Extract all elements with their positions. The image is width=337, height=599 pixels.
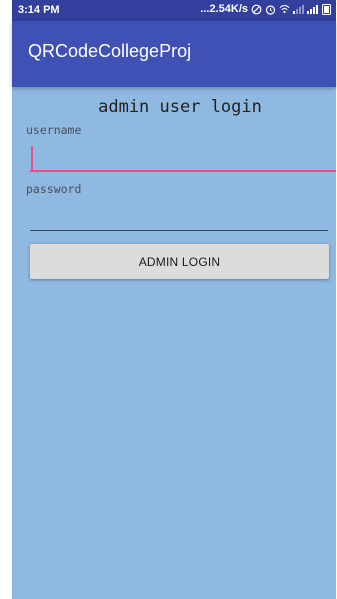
- app-bar: QRCodeCollegeProj: [12, 21, 336, 87]
- login-title: admin user login: [98, 97, 262, 117]
- username-label: username: [26, 123, 82, 137]
- network-speed: ...2.54K/s: [200, 3, 248, 15]
- status-bar: 3:14 PM ...2.54K/s: [12, 0, 336, 21]
- app-title: QRCodeCollegeProj: [28, 41, 192, 61]
- phone-screen: 3:14 PM ...2.54K/s QRCodeCollegeProj adm…: [12, 0, 336, 599]
- wifi-icon: [279, 3, 290, 15]
- admin-login-button[interactable]: ADMIN LOGIN: [30, 244, 329, 279]
- signal-weak-icon: [293, 3, 304, 15]
- password-input[interactable]: [30, 201, 328, 231]
- status-time: 3:14 PM: [18, 4, 60, 16]
- status-icons: ...2.54K/s: [200, 3, 332, 15]
- login-form: admin user login username password ADMIN…: [12, 87, 336, 599]
- alarm-icon: [265, 3, 276, 15]
- password-label: password: [26, 182, 82, 196]
- text-cursor: [31, 146, 33, 170]
- no-disturb-icon: [251, 3, 262, 15]
- battery-icon: [321, 3, 332, 15]
- signal-icon: [307, 3, 318, 15]
- username-input[interactable]: [30, 142, 336, 172]
